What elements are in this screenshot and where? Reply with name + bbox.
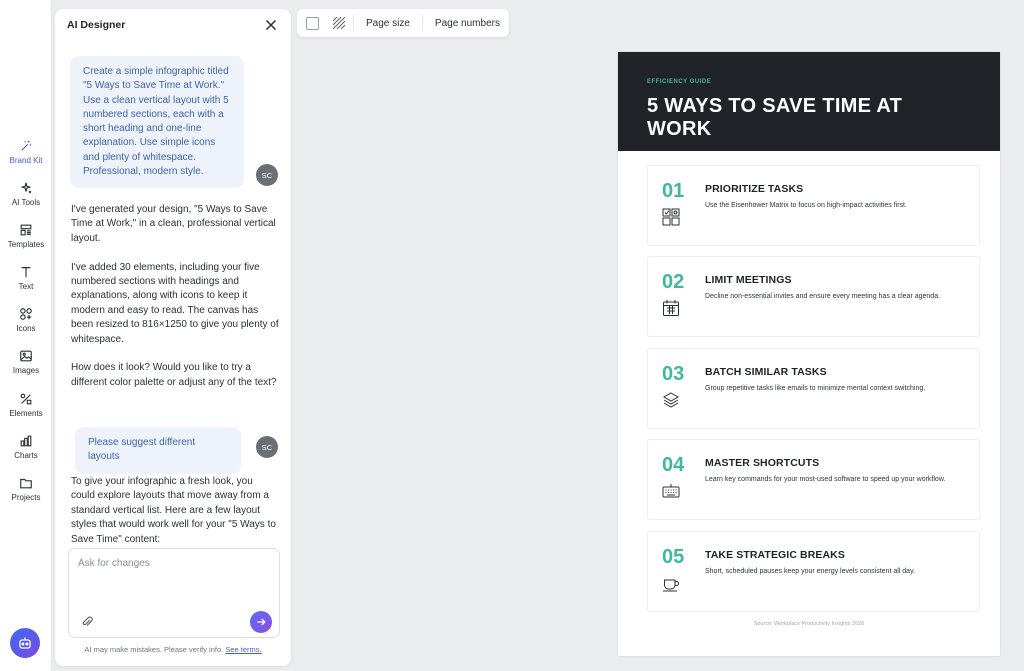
terms-link[interactable]: See terms. [225,645,261,654]
sidebar-item-icons[interactable]: Icons [0,307,52,333]
layers-icon [662,392,680,408]
assistant-paragraph: I've generated your design, "5 Ways to S… [71,204,276,244]
section-text: Group repetitive tasks like emails to mi… [705,385,926,392]
user-message: Create a simple infographic titled "5 Wa… [70,56,244,189]
robot-icon [19,637,31,649]
sidebar-item-label: Icons [16,324,36,333]
shapes-icon [20,308,32,320]
coffee-cup-icon [663,579,679,592]
divider [353,15,354,31]
sidebar-item-charts[interactable]: Charts [0,434,52,460]
infographic-source: Source: Workplace Productivity Insights … [753,621,865,627]
sidebar-item-label: Images [12,366,40,375]
sidebar-item-label: Charts [14,451,38,460]
text-icon [21,267,31,278]
section-card[interactable]: 02 LIMIT MEETINGS Decline non-essential … [647,256,980,337]
section-number: 04 [662,454,685,476]
section-text: Use the Eisenhower Matrix to focus on hi… [705,202,907,209]
sidebar-item-elements[interactable]: Elements [0,392,52,418]
assistant-paragraph: How does it look? Would you like to try … [71,362,277,388]
page-size-button[interactable]: Page size [362,18,414,29]
calendar-icon [663,300,679,316]
keyboard-icon [662,484,680,498]
close-icon[interactable] [263,17,279,33]
sidebar-item-brand-kit[interactable]: Brand Kit [0,139,52,165]
infographic-title: 5 WAYS TO SAVE TIME AT WORK [647,95,903,140]
sparkles-icon [21,182,32,194]
paperclip-icon[interactable] [80,615,94,629]
sidebar-item-ai-tools[interactable]: AI Tools [0,181,52,207]
section-text: Learn key commands for your most-used so… [705,476,946,483]
sidebar-item-label: Elements [9,409,43,418]
page-numbers-button[interactable]: Page numbers [431,18,504,29]
section-card[interactable]: 04 MASTER SHORTCUTS Learn key commands f… [647,439,980,520]
section-text: Decline non-essential invites and ensure… [705,293,941,300]
avatar: SC [256,436,278,458]
section-heading: BATCH SIMILAR TASKS [705,366,827,378]
chat-input-box [68,548,280,638]
infographic-eyebrow: EFFICIENCY GUIDE [647,79,712,85]
assistant-message: To give your infographic a fresh look, y… [71,475,279,545]
sidebar-item-text[interactable]: Text [0,265,52,291]
section-text: Short, scheduled pauses keep your energy… [705,568,915,575]
background-color-swatch[interactable] [306,16,319,30]
section-card[interactable]: 03 BATCH SIMILAR TASKS Group repetitive … [647,348,980,429]
section-card[interactable]: 05 TAKE STRATEGIC BREAKS Short, schedule… [647,531,980,612]
section-heading: MASTER SHORTCUTS [705,457,820,469]
disclaimer-text: AI may make mistakes. Please verify info… [84,645,224,654]
sidebar-item-label: Text [18,282,34,291]
sidebar-item-label: Projects [11,493,41,502]
send-button[interactable] [250,611,272,633]
elements-icon [20,393,32,405]
chat-thread[interactable]: Create a simple infographic titled "5 Wa… [55,45,291,545]
disclaimer: AI may make mistakes. Please verify info… [55,645,291,654]
section-heading: TAKE STRATEGIC BREAKS [705,549,845,561]
divider [421,15,423,31]
arrow-right-icon [257,618,266,626]
magic-wand-icon [21,140,32,151]
infographic-header: EFFICIENCY GUIDE 5 WAYS TO SAVE TIME AT … [618,52,1000,151]
ai-assistant-button[interactable] [10,628,40,658]
templates-icon [20,224,32,236]
sidebar-item-projects[interactable]: Projects [0,476,52,502]
user-message: Please suggest different layouts [75,427,241,474]
sidebar-item-label: Templates [7,240,45,249]
image-icon [20,350,32,362]
transparency-pattern-icon[interactable] [333,17,345,29]
ai-designer-panel: AI Designer Create a simple infographic … [55,9,291,666]
sidebar-item-label: AI Tools [11,198,41,207]
infographic-page[interactable]: EFFICIENCY GUIDE 5 WAYS TO SAVE TIME AT … [618,52,1000,656]
section-heading: PRIORITIZE TASKS [705,183,804,195]
assistant-paragraph: To give your infographic a fresh look, y… [71,476,276,545]
sidebar-item-images[interactable]: Images [0,349,52,375]
sidebar-item-templates[interactable]: Templates [0,223,52,249]
section-number: 02 [662,271,685,293]
folder-icon [20,478,32,489]
assistant-message: I've generated your design, "5 Ways to S… [71,203,279,405]
section-heading: LIMIT MEETINGS [705,274,792,286]
chat-input[interactable] [69,549,279,603]
bar-chart-icon [20,435,32,447]
matrix-icon [662,208,680,226]
section-number: 05 [662,546,685,568]
avatar: SC [256,164,278,186]
canvas-toolbar: Page size Page numbers [297,9,509,37]
section-card[interactable]: 01 PRIORITIZE TASKS Use the Eisenhower M… [647,165,980,246]
panel-title: AI Designer [67,19,126,31]
left-rail: Brand Kit AI Tools Templates Text Icons … [0,0,52,671]
assistant-paragraph: I've added 30 elements, including your f… [71,261,279,345]
section-number: 01 [662,180,685,202]
sidebar-item-label: Brand Kit [9,156,43,165]
section-number: 03 [662,363,685,385]
panel-header: AI Designer [55,9,291,41]
